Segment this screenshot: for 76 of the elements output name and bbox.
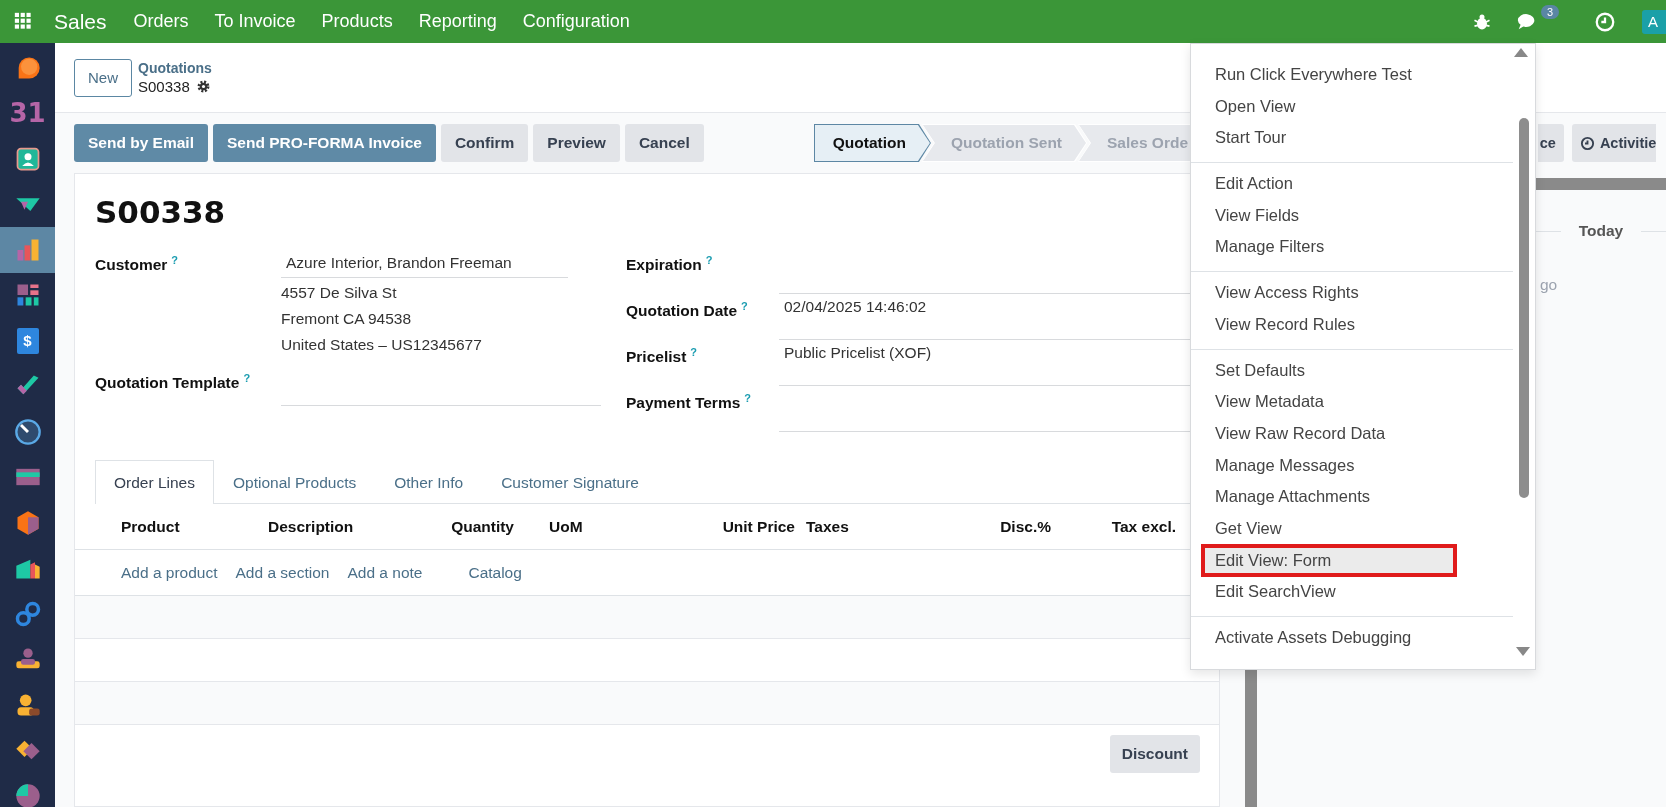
nav-menu-item[interactable]: Configuration — [509, 11, 643, 32]
menu-item[interactable]: Activate Assets Debugging — [1191, 622, 1513, 654]
tab[interactable]: Optional Products — [214, 460, 376, 504]
record-title: S00338 — [95, 194, 227, 230]
column-header[interactable]: Disc.% — [961, 517, 1051, 536]
column-header[interactable]: Quantity — [424, 517, 514, 536]
address-line: 4557 De Silva St — [281, 283, 398, 303]
app-tile[interactable] — [0, 227, 55, 273]
message-count-badge: 3 — [1541, 4, 1560, 19]
scroll-up-icon[interactable] — [1513, 46, 1529, 58]
menu-item[interactable]: Edit SearchView — [1191, 576, 1513, 608]
column-header[interactable]: Taxes — [795, 517, 961, 536]
menu-item[interactable]: View Raw Record Data — [1191, 417, 1513, 450]
column-header[interactable]: Unit Price — [701, 517, 795, 536]
add-line-link[interactable]: Add a product — [121, 563, 218, 582]
tab[interactable]: Order Lines — [95, 460, 214, 504]
toolbar-button[interactable]: ce — [1537, 124, 1564, 162]
scroll-thumb[interactable] — [1519, 118, 1529, 498]
gauge-icon[interactable] — [13, 417, 42, 446]
calendar-icon[interactable]: 31 — [9, 98, 46, 129]
scroll-down-icon[interactable] — [1515, 646, 1531, 658]
menu-item[interactable]: Run Click Everywhere Test — [1191, 59, 1513, 91]
menu-item[interactable]: Manage Messages — [1191, 449, 1513, 482]
field-label: Customer $^{?}$ — [95, 253, 180, 276]
menu-item[interactable]: Manage Filters — [1191, 231, 1513, 264]
menu-item[interactable]: Open View — [1191, 90, 1513, 123]
column-header[interactable]: Description — [268, 517, 424, 536]
action-button[interactable]: Confirm — [440, 124, 529, 162]
menu-item[interactable]: View Fields — [1191, 199, 1513, 232]
discount-button[interactable]: Discount — [1109, 735, 1200, 773]
action-button[interactable]: Send PRO-FORMA Invoice — [212, 124, 436, 162]
nav-menu-item[interactable]: Reporting — [405, 11, 510, 32]
field-label: Quotation Date $^{?}$ — [626, 299, 749, 322]
message-time: go — [1540, 276, 1559, 294]
column-header[interactable]: Tax excl. — [1051, 517, 1176, 536]
field-label: Payment Terms $^{?}$ — [626, 391, 753, 414]
action-button[interactable]: Cancel — [624, 124, 704, 162]
nav-menu-item[interactable]: Orders — [120, 11, 202, 32]
menu-item[interactable]: View Metadata — [1191, 386, 1513, 418]
clock-icon[interactable] — [1594, 10, 1616, 33]
customer-field[interactable]: Azure Interior, Brandon Freeman — [281, 248, 568, 278]
nav-menu-item[interactable]: Products — [308, 11, 406, 32]
breadcrumb-link[interactable]: Quotations — [138, 60, 212, 76]
menu-item[interactable]: Edit Action — [1191, 168, 1513, 200]
column-header[interactable]: Product — [121, 517, 268, 536]
menu-item[interactable]: Manage Attachments — [1191, 481, 1513, 513]
action-button[interactable]: Preview — [533, 124, 620, 162]
pie-chart-icon[interactable] — [13, 781, 42, 807]
add-line-link[interactable]: Catalog — [468, 563, 522, 582]
settings-icon[interactable] — [195, 79, 211, 94]
field-label: Quotation Template $^{?}$ — [95, 371, 252, 394]
action-button[interactable]: Send by Email — [74, 124, 208, 162]
activities-button[interactable]: Activitie — [1571, 124, 1657, 162]
tab[interactable]: Other Info — [375, 460, 483, 504]
record-name: S00338 — [138, 78, 190, 95]
field-label: Expiration $^{?}$ — [626, 253, 714, 276]
date-separator: Today — [1578, 222, 1624, 240]
column-header[interactable]: UoM — [514, 517, 701, 536]
address-line: Fremont CA 94538 — [281, 309, 413, 329]
add-line-link[interactable]: Add a section — [235, 563, 330, 582]
invoice-icon[interactable]: $ — [16, 327, 39, 354]
clock-icon — [1579, 135, 1595, 151]
menu-item[interactable]: Edit View: Form — [1202, 544, 1456, 577]
chain-link-icon[interactable] — [13, 599, 42, 628]
field-label: Pricelist $^{?}$ — [626, 345, 699, 368]
address-line: United States – US12345677 — [281, 335, 483, 355]
apps-menu-icon[interactable] — [14, 11, 34, 32]
app-tile[interactable]: $ — [0, 318, 55, 364]
menu-item[interactable]: Get View — [1191, 512, 1513, 545]
tab[interactable]: Customer Signature — [482, 460, 658, 504]
new-button[interactable]: New — [74, 58, 132, 97]
status-step[interactable]: Quotation — [814, 125, 930, 161]
add-line-link[interactable]: Add a note — [347, 563, 423, 582]
nav-menu-item[interactable]: To Invoice — [201, 11, 309, 32]
app-tile[interactable]: 31 — [0, 90, 55, 136]
app-name[interactable]: Sales — [48, 9, 121, 34]
